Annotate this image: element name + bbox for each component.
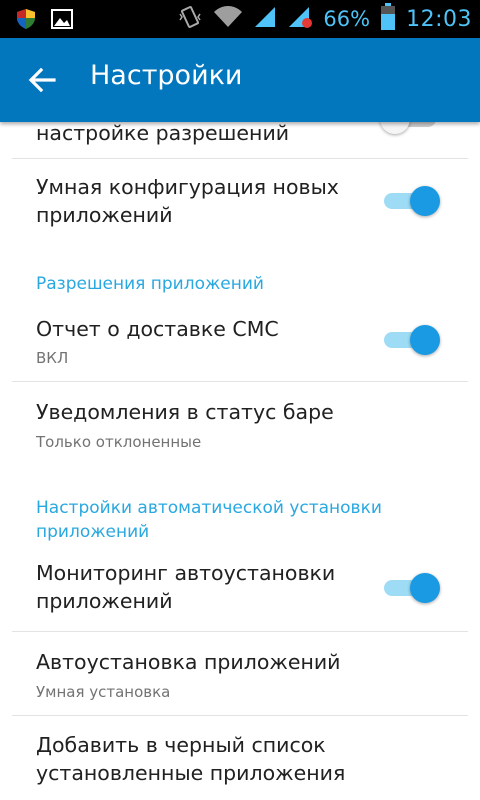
settings-item-autoinstall-monitor[interactable]: Мониторинг автоустановки приложений <box>0 546 480 632</box>
section-header-autoinstall: Настройки автоматической установки прило… <box>36 498 382 542</box>
settings-item-statusbar-notifications[interactable]: Уведомления в статус баре Только отклоне… <box>0 382 480 464</box>
shield-icon <box>14 7 38 35</box>
battery-icon <box>380 3 396 35</box>
settings-item-title: Умная конфигурация новых приложений <box>36 175 339 227</box>
section-header-permissions: Разрешения приложений <box>36 274 264 294</box>
settings-item-blacklist[interactable]: Добавить в черный список установленные п… <box>0 716 480 800</box>
signal-2-icon <box>287 5 313 33</box>
settings-list[interactable]: настройке разрешений Умная конфигурация … <box>0 122 480 800</box>
page-title: Настройки <box>90 60 243 91</box>
status-bar-left <box>14 7 74 35</box>
settings-item-title: Мониторинг автоустановки приложений <box>36 561 336 613</box>
status-bar-right: 66% 12:03 <box>177 0 472 38</box>
settings-item-sms-report[interactable]: Отчет о доставке СМС ВКЛ <box>0 302 480 382</box>
settings-item-summary: Умная установка <box>36 683 171 701</box>
vibrate-icon <box>177 4 203 34</box>
clock: 12:03 <box>406 6 472 32</box>
permission-setup-toggle[interactable] <box>380 122 440 134</box>
autoinstall-monitor-toggle[interactable] <box>380 571 440 603</box>
settings-item-title: Автоустановка приложений <box>36 650 341 674</box>
status-bar: 66% 12:03 <box>0 0 480 38</box>
battery-percent: 66% <box>323 7 371 31</box>
sms-report-toggle[interactable] <box>380 323 440 355</box>
smart-config-toggle[interactable] <box>380 184 440 216</box>
settings-item-title: настройке разрешений <box>36 122 290 145</box>
settings-item-summary: ВКЛ <box>36 349 69 367</box>
app-bar: Настройки <box>0 38 480 122</box>
settings-item-title: Отчет о доставке СМС <box>36 317 279 341</box>
settings-item-autoinstall[interactable]: Автоустановка приложений Умная установка <box>0 632 480 716</box>
image-icon <box>50 7 74 35</box>
signal-icon <box>253 5 277 33</box>
settings-item-smart-config[interactable]: Умная конфигурация новых приложений <box>0 159 480 249</box>
wifi-icon <box>213 5 243 33</box>
back-arrow-icon[interactable] <box>24 62 60 98</box>
settings-item-title: Уведомления в статус баре <box>36 400 334 424</box>
settings-item-title: Добавить в черный список установленные п… <box>36 733 346 785</box>
settings-item-summary: Только отклоненные <box>36 433 202 451</box>
settings-item-permission-setup[interactable]: настройке разрешений <box>0 122 480 158</box>
